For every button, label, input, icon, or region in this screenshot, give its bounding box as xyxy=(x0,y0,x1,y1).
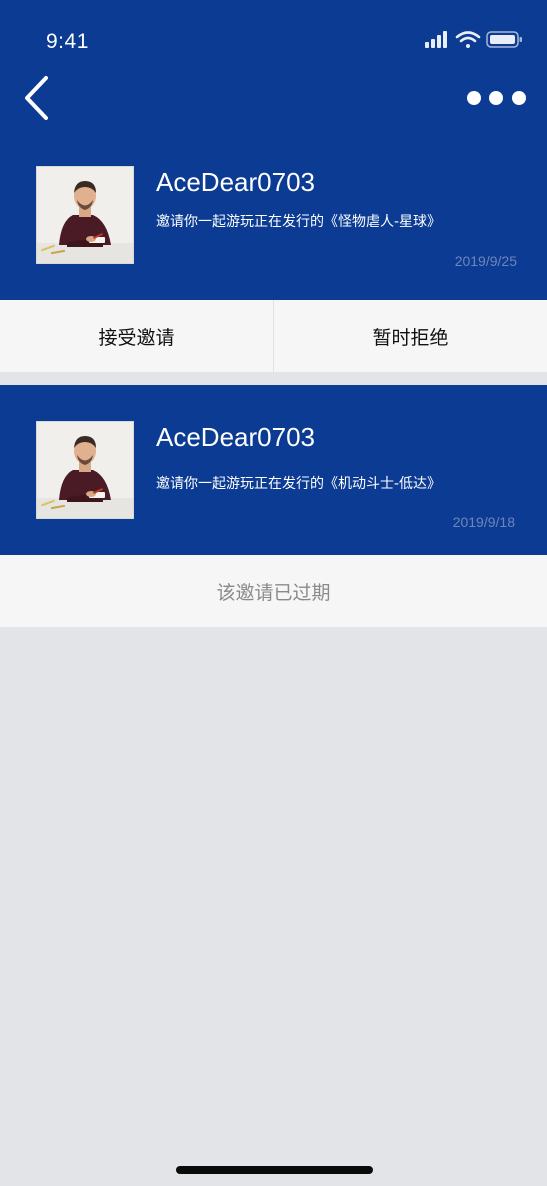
invite-date: 2019/9/18 xyxy=(452,514,515,530)
invite-message: 邀请你一起游玩正在发行的《怪物虐人-星球》 xyxy=(156,214,442,230)
avatar[interactable] xyxy=(36,421,134,519)
wifi-icon xyxy=(455,31,481,48)
invite-actions: 接受邀请 暂时拒绝 xyxy=(0,300,547,372)
avatar-photo xyxy=(37,167,133,263)
invite-message: 邀请你一起游玩正在发行的《机动斗士-低达》 xyxy=(156,476,442,492)
invite-username: AceDear0703 xyxy=(156,422,315,452)
more-dots-icon xyxy=(467,91,526,105)
invite-card: AceDear0703 邀请你一起游玩正在发行的《机动斗士-低达》 2019/9… xyxy=(0,385,547,555)
invite-date: 2019/9/25 xyxy=(454,253,517,269)
back-button[interactable] xyxy=(18,72,58,124)
chevron-left-icon xyxy=(25,76,48,120)
home-indicator[interactable] xyxy=(176,1166,373,1174)
status-time: 9:41 xyxy=(46,30,89,53)
status-icons xyxy=(424,30,524,50)
more-button[interactable] xyxy=(462,86,532,110)
avatar[interactable] xyxy=(36,166,134,264)
accept-invite-button[interactable]: 接受邀请 xyxy=(0,300,273,372)
invite-username: AceDear0703 xyxy=(156,167,315,197)
decline-invite-button[interactable]: 暂时拒绝 xyxy=(274,300,547,372)
battery-icon xyxy=(486,31,522,48)
expired-status: 该邀请已过期 xyxy=(0,555,547,627)
header-band: 9:41 AceDear0703 邀请你一起游玩正在发行的《怪物虐人-星球》 2… xyxy=(0,0,547,300)
signal-icon xyxy=(425,31,447,48)
avatar-photo xyxy=(37,422,133,518)
status-icons-svg xyxy=(425,31,522,48)
